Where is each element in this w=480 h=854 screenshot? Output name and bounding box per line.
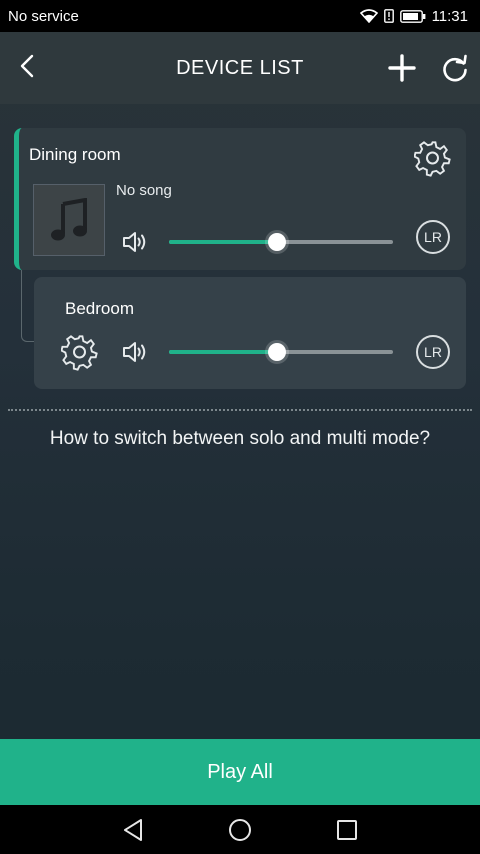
- dotted-divider: [8, 409, 472, 411]
- speaker-volume-icon[interactable]: [121, 229, 149, 255]
- album-art: [33, 184, 105, 256]
- device-name: Bedroom: [65, 299, 134, 318]
- play-all-button[interactable]: Play All: [0, 739, 480, 805]
- slider-fill: [169, 240, 277, 244]
- song-title: No song: [116, 182, 172, 199]
- nav-home-icon[interactable]: [227, 817, 253, 843]
- plus-icon[interactable]: [386, 52, 418, 84]
- gear-icon[interactable]: [414, 140, 452, 178]
- group-link-line: [21, 270, 35, 342]
- gear-icon[interactable]: [61, 334, 99, 372]
- sim-alert-icon: [383, 9, 394, 23]
- volume-slider[interactable]: [169, 342, 393, 362]
- slider-fill: [169, 350, 277, 354]
- nav-recents-icon[interactable]: [334, 817, 360, 843]
- back-arrow-icon[interactable]: [14, 52, 42, 80]
- carrier-text: No service: [8, 7, 79, 25]
- clock-text: 11:31: [431, 7, 468, 25]
- system-nav-bar: [0, 805, 480, 854]
- nav-back-icon[interactable]: [121, 817, 147, 843]
- help-link[interactable]: How to switch between solo and multi mod…: [0, 428, 480, 450]
- refresh-icon[interactable]: [440, 54, 470, 84]
- status-bar: No service 11:31: [0, 0, 480, 32]
- wifi-icon: [359, 9, 378, 23]
- battery-icon: [399, 9, 425, 23]
- device-card-bedroom[interactable]: [34, 277, 466, 389]
- music-note-icon: [51, 198, 87, 241]
- speaker-volume-icon[interactable]: [121, 339, 149, 365]
- app-header: DEVICE LIST: [0, 32, 480, 104]
- slider-thumb[interactable]: [267, 343, 286, 361]
- lr-channel-button[interactable]: LR: [416, 220, 450, 254]
- status-icons: 11:31: [359, 7, 468, 25]
- device-name: Dining room: [29, 145, 121, 164]
- page-title: DEVICE LIST: [176, 56, 304, 79]
- slider-thumb[interactable]: [267, 233, 286, 251]
- lr-channel-button[interactable]: LR: [416, 335, 450, 369]
- volume-slider[interactable]: [169, 232, 393, 252]
